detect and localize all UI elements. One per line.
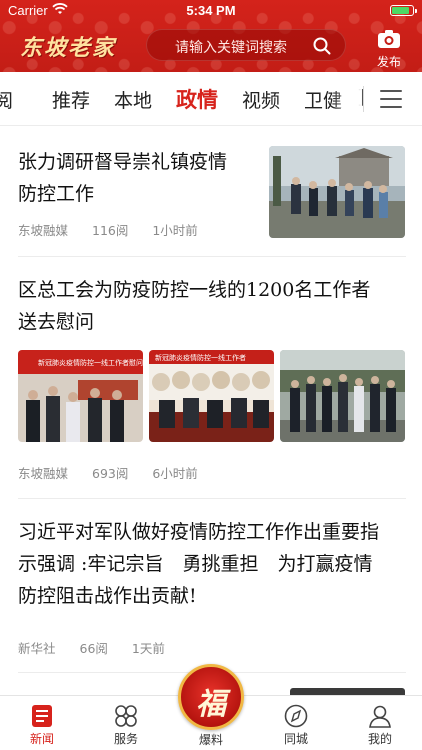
report-button[interactable]: 福 xyxy=(178,664,244,730)
article-card[interactable]: 张力调研督导崇礼镇疫情 防控工作 xyxy=(18,146,258,210)
article-title[interactable]: 习近平对军队做好疫情防控工作作出重要指 示强调 :牢记宗旨 勇挑重担 为打赢疫情… xyxy=(18,516,406,612)
publish-label: 发布 xyxy=(376,55,401,69)
banner-text: 新冠肺炎疫情防控一线工作者慰问活动 xyxy=(38,358,143,367)
nav-mine-label: 我的 xyxy=(367,732,392,746)
grid-icon xyxy=(115,705,137,727)
next-article-thumbnail[interactable] xyxy=(290,688,405,695)
article-time: 1小时前 xyxy=(152,223,198,238)
app-header: Carrier 5:34 PM 东坡老家 请输入关键词搜索 发布 xyxy=(0,0,422,72)
tabs-divider xyxy=(363,86,364,112)
app-logo[interactable]: 东坡老家 xyxy=(20,30,116,62)
article-card[interactable]: 区总工会为防疫防控一线的1200名工作者 送去慰问 xyxy=(18,274,406,338)
news-icon xyxy=(32,705,52,727)
nav-report-label: 爆料 xyxy=(198,733,223,747)
article-image-1[interactable]: 新冠肺炎疫情防控一线工作者慰问活动 xyxy=(18,350,143,442)
tab-local[interactable]: 本地 xyxy=(114,86,152,113)
article-time: 6小时前 xyxy=(152,466,198,481)
article-source: 东坡融媒 xyxy=(18,466,69,481)
nav-city-label: 同城 xyxy=(283,732,308,746)
article-reads: 66阅 xyxy=(79,641,108,656)
tabs-fade xyxy=(332,72,362,125)
tab-video[interactable]: 视频 xyxy=(242,86,280,113)
article-meta: 新华社 66阅 1天前 xyxy=(18,638,406,657)
article-image-2[interactable]: 新冠肺炎疫情防控一线工作者 xyxy=(149,350,274,442)
hamburger-icon[interactable] xyxy=(380,90,402,108)
nav-news[interactable]: 新闻 xyxy=(0,696,84,750)
search-placeholder[interactable]: 请输入关键词搜索 xyxy=(175,37,287,57)
article-meta: 东坡融媒 693阅 6小时前 xyxy=(18,463,406,482)
article-reads: 693阅 xyxy=(92,466,129,481)
camera-icon xyxy=(378,30,400,48)
user-icon xyxy=(369,705,391,728)
article-source: 新华社 xyxy=(18,641,56,656)
article-image-3[interactable] xyxy=(280,350,405,442)
nav-services-label: 服务 xyxy=(113,732,138,746)
article-time: 1天前 xyxy=(131,641,165,656)
article-source: 东坡融媒 xyxy=(18,223,69,238)
tab-yuedu[interactable]: 阅 xyxy=(0,86,13,113)
article-card[interactable]: 习近平对军队做好疫情防控工作作出重要指 示强调 :牢记宗旨 勇挑重担 为打赢疫情… xyxy=(18,516,406,612)
article-title[interactable]: 区总工会为防疫防控一线的1200名工作者 送去慰问 xyxy=(18,274,406,338)
banner-text: 新冠肺炎疫情防控一线工作者 xyxy=(155,353,246,362)
tab-recommend[interactable]: 推荐 xyxy=(52,86,90,113)
divider xyxy=(18,256,406,257)
divider xyxy=(18,498,406,499)
nav-news-label: 新闻 xyxy=(29,732,54,746)
fu-icon: 福 xyxy=(196,687,226,722)
clock: 5:34 PM xyxy=(186,3,236,18)
channel-tabs: 阅 推荐 本地 政情 视频 卫健 ] xyxy=(0,72,422,126)
status-bar: Carrier 5:34 PM xyxy=(0,0,422,22)
nav-services[interactable]: 服务 xyxy=(84,696,168,750)
compass-icon xyxy=(284,704,308,728)
publish-button[interactable]: 发布 xyxy=(374,29,404,70)
nav-mine[interactable]: 我的 xyxy=(338,696,422,750)
article-thumbnail[interactable] xyxy=(269,146,405,238)
search-bar[interactable]: 请输入关键词搜索 xyxy=(146,29,346,61)
article-title[interactable]: 张力调研督导崇礼镇疫情 防控工作 xyxy=(18,146,258,210)
tab-politics[interactable]: 政情 xyxy=(176,84,218,114)
news-feed: 张力调研督导崇礼镇疫情 防控工作 东坡融媒 116阅 1小时前 区总工会为防疫防… xyxy=(0,126,422,695)
nav-city[interactable]: 同城 xyxy=(254,696,338,750)
article-reads: 116阅 xyxy=(92,223,129,238)
app-screen: Carrier 5:34 PM 东坡老家 请输入关键词搜索 发布 推荐 本地 政… xyxy=(0,0,422,750)
battery-icon xyxy=(390,5,417,16)
search-icon[interactable] xyxy=(313,37,331,55)
